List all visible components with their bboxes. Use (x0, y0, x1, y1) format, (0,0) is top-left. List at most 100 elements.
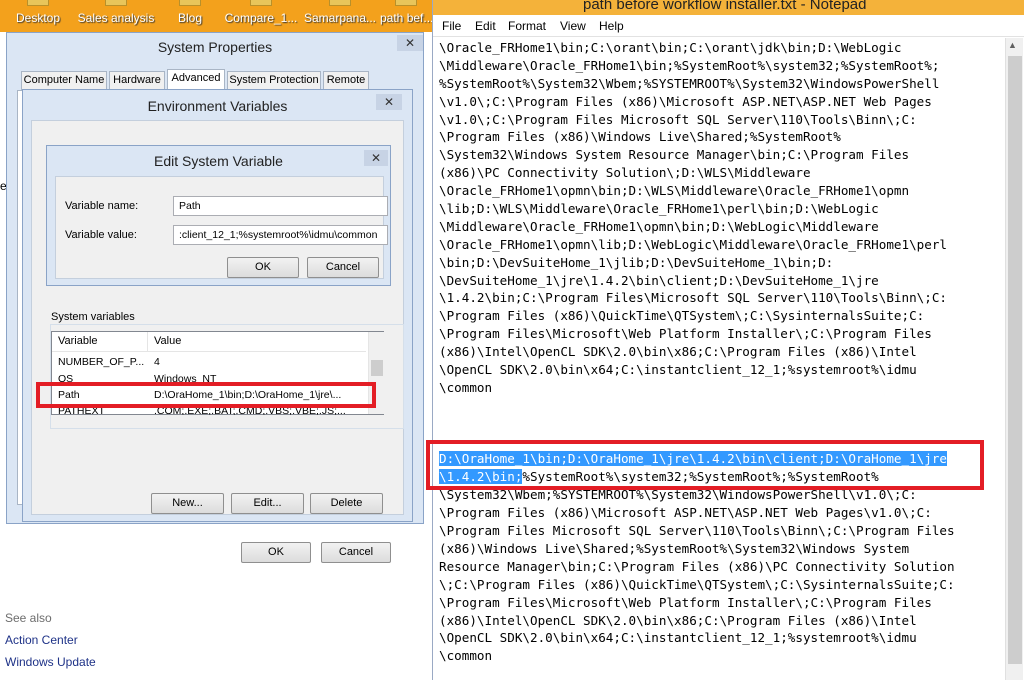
text-line: \Program Files Microsoft SQL Server\110\… (439, 522, 1001, 540)
notepad-menubar: File Edit Format View Help (433, 15, 1024, 37)
text-line: \common (439, 647, 1001, 665)
tab-computer-name[interactable]: Computer Name (21, 71, 107, 90)
text-line: (x86)\Intel\OpenCL SDK\2.0\bin\x86;C:\Pr… (439, 612, 1001, 630)
text-span: \1.4.2\bin;C:\Program Files\Microsoft SQ… (439, 290, 947, 306)
text-line: \DevSuiteHome_1\jre\1.4.2\bin\client;D:\… (439, 272, 1001, 290)
text-line: \v1.0\;C:\Program Files Microsoft SQL Se… (439, 111, 1001, 129)
shortcut-glyph-icon (179, 0, 201, 6)
column-header-variable[interactable]: Variable (52, 332, 148, 352)
text-span: \OpenCL SDK\2.0\bin\x64;C:\instantclient… (439, 630, 917, 646)
system-properties-close-icon[interactable]: ✕ (397, 35, 423, 51)
edit-variable-body: Variable name: Path Variable value: :cli… (55, 176, 388, 279)
text-span: \Program Files (x86)\Microsoft ASP.NET\A… (439, 505, 932, 521)
text-line: (x86)\PC Connectivity Solution\;D:\WLS\M… (439, 164, 1001, 182)
desktop-shortcut-label: Blog (177, 11, 203, 25)
text-line: \common (439, 379, 1001, 397)
system-variables-label: System variables (51, 311, 135, 323)
text-span: \Program Files (x86)\Windows Live\Shared… (439, 129, 841, 145)
selected-path-highlight-box (426, 440, 984, 490)
shortcut-glyph-icon (250, 0, 272, 6)
menu-edit[interactable]: Edit (475, 19, 496, 33)
shortcut-glyph-icon (395, 0, 417, 6)
text-span: (x86)\Intel\OpenCL SDK\2.0\bin\x86;C:\Pr… (439, 344, 917, 360)
text-span: \Program Files\Microsoft\Web Platform In… (439, 594, 932, 610)
env-cancel-button[interactable]: Cancel (321, 542, 391, 563)
edit-system-variable-dialog: Edit System Variable ✕ Variable name: Pa… (46, 145, 391, 286)
text-line: \Program Files (x86)\Windows Live\Shared… (439, 128, 1001, 146)
shortcut-glyph-icon (27, 0, 49, 6)
menu-view[interactable]: View (560, 19, 586, 33)
desktop-shortcut-label: Desktop (15, 11, 61, 25)
text-span: \common (439, 379, 493, 395)
text-span: \lib;D:\WLS\Middleware\Oracle_FRHome1\pe… (439, 201, 879, 217)
variable-value-input[interactable]: :client_12_1;%systemroot%\idmu\common (173, 225, 388, 245)
text-line: \Program Files (x86)\Microsoft ASP.NET\A… (439, 504, 1001, 522)
desktop-shortcut-icon[interactable]: Samarpana... (300, 0, 380, 30)
text-span: %SystemRoot%\System32\Wbem;%SYSTEMROOT%\… (439, 75, 940, 91)
scroll-up-arrow-icon[interactable]: ▲ (1008, 40, 1017, 50)
text-span: \OpenCL SDK\2.0\bin\x64;C:\instantclient… (439, 362, 917, 378)
text-line: \OpenCL SDK\2.0\bin\x64;C:\instantclient… (439, 361, 1001, 379)
variable-name-label: Variable name: (65, 200, 139, 212)
edit-variable-button[interactable]: Edit... (231, 493, 304, 514)
notepad-scrollbar[interactable]: ▲ (1005, 38, 1023, 680)
notepad-titlebar[interactable]: path before workflow installer.txt - Not… (433, 0, 1024, 15)
menu-format[interactable]: Format (508, 19, 546, 33)
windows-update-link[interactable]: Windows Update (5, 655, 96, 669)
edit-ok-button[interactable]: OK (227, 257, 299, 278)
notepad-title: path before workflow installer.txt - Not… (583, 0, 867, 13)
menu-help[interactable]: Help (599, 19, 624, 33)
notepad-window: path before workflow installer.txt - Not… (432, 0, 1024, 680)
desktop-shortcut-icon[interactable]: Desktop (2, 0, 74, 30)
action-center-link[interactable]: Action Center (5, 633, 78, 647)
see-also-label: See also (5, 611, 52, 625)
text-span: (x86)\PC Connectivity Solution\;D:\WLS\M… (439, 165, 811, 181)
environment-variables-close-icon[interactable]: ✕ (376, 94, 402, 110)
text-span: \common (439, 648, 493, 664)
text-line: \1.4.2\bin;C:\Program Files\Microsoft SQ… (439, 289, 1001, 307)
desktop-shortcut-icon[interactable]: path bef... (380, 0, 432, 30)
text-line: \Oracle_FRHome1\opmn\bin;D:\WLS\Middlewa… (439, 182, 1001, 200)
desktop-shortcut-icon[interactable]: Blog (158, 0, 222, 30)
environment-variables-title: Environment Variables (147, 98, 288, 114)
tab-system-protection[interactable]: System Protection (227, 71, 321, 90)
text-span: (x86)\Windows Live\Shared;%SystemRoot%\S… (439, 540, 910, 556)
text-line: \Middleware\Oracle_FRHome1\opmn\bin;D:\W… (439, 218, 1001, 236)
text-line: \Oracle_FRHome1\opmn\lib;D:\WebLogic\Mid… (439, 236, 1001, 254)
text-line: \lib;D:\WLS\Middleware\Oracle_FRHome1\pe… (439, 200, 1001, 218)
text-span: \Program Files (x86)\QuickTime\QTSystem\… (439, 308, 925, 324)
column-header-value[interactable]: Value (148, 332, 366, 352)
text-span: \Oracle_FRHome1\opmn\bin;D:\WLS\Middlewa… (439, 183, 910, 199)
table-row[interactable]: NUMBER_OF_P... 4 (52, 356, 366, 373)
text-line: \bin;D:\DevSuiteHome_1\jlib;D:\DevSuiteH… (439, 254, 1001, 272)
tab-advanced[interactable]: Advanced (167, 69, 225, 91)
tab-hardware[interactable]: Hardware (109, 71, 165, 90)
edit-cancel-button[interactable]: Cancel (307, 257, 379, 278)
text-line: (x86)\Windows Live\Shared;%SystemRoot%\S… (439, 540, 1001, 558)
system-properties-title: System Properties (157, 39, 273, 55)
desktop-shortcut-icon[interactable]: Sales analysis (74, 0, 158, 30)
text-span: \v1.0\;C:\Program Files (x86)\Microsoft … (439, 93, 932, 109)
text-line: \v1.0\;C:\Program Files (x86)\Microsoft … (439, 93, 1001, 111)
variable-name-input[interactable]: Path (173, 196, 388, 216)
text-span: \;C:\Program Files (x86)\QuickTime\QTSys… (439, 576, 955, 592)
path-row-highlight-box (36, 382, 376, 408)
notepad-text-area[interactable]: \Oracle_FRHome1\bin;C:\orant\bin;C:\oran… (439, 39, 1001, 675)
text-line: %SystemRoot%\System32\Wbem;%SYSTEMROOT%\… (439, 75, 1001, 93)
text-line: \Middleware\Oracle_FRHome1\bin;%SystemRo… (439, 57, 1001, 75)
text-line: \Program Files (x86)\QuickTime\QTSystem\… (439, 307, 1001, 325)
env-ok-button[interactable]: OK (241, 542, 311, 563)
tab-remote[interactable]: Remote (323, 71, 369, 90)
edit-variable-close-icon[interactable]: ✕ (364, 150, 388, 166)
text-span: \DevSuiteHome_1\jre\1.4.2\bin\client;D:\… (439, 272, 879, 288)
notepad-scrollbar-thumb[interactable] (1008, 56, 1022, 664)
edit-variable-title: Edit System Variable (154, 153, 283, 169)
delete-variable-button[interactable]: Delete (310, 493, 383, 514)
menu-file[interactable]: File (442, 19, 461, 33)
new-variable-button[interactable]: New... (151, 493, 224, 514)
text-line: \Program Files\Microsoft\Web Platform In… (439, 594, 1001, 612)
desktop-icon-strip: Desktop Sales analysis Blog Compare_1... Sam… (0, 0, 432, 32)
desktop-shortcut-icon[interactable]: Compare_1... (222, 0, 300, 30)
table-scrollbar-thumb[interactable] (371, 360, 383, 376)
